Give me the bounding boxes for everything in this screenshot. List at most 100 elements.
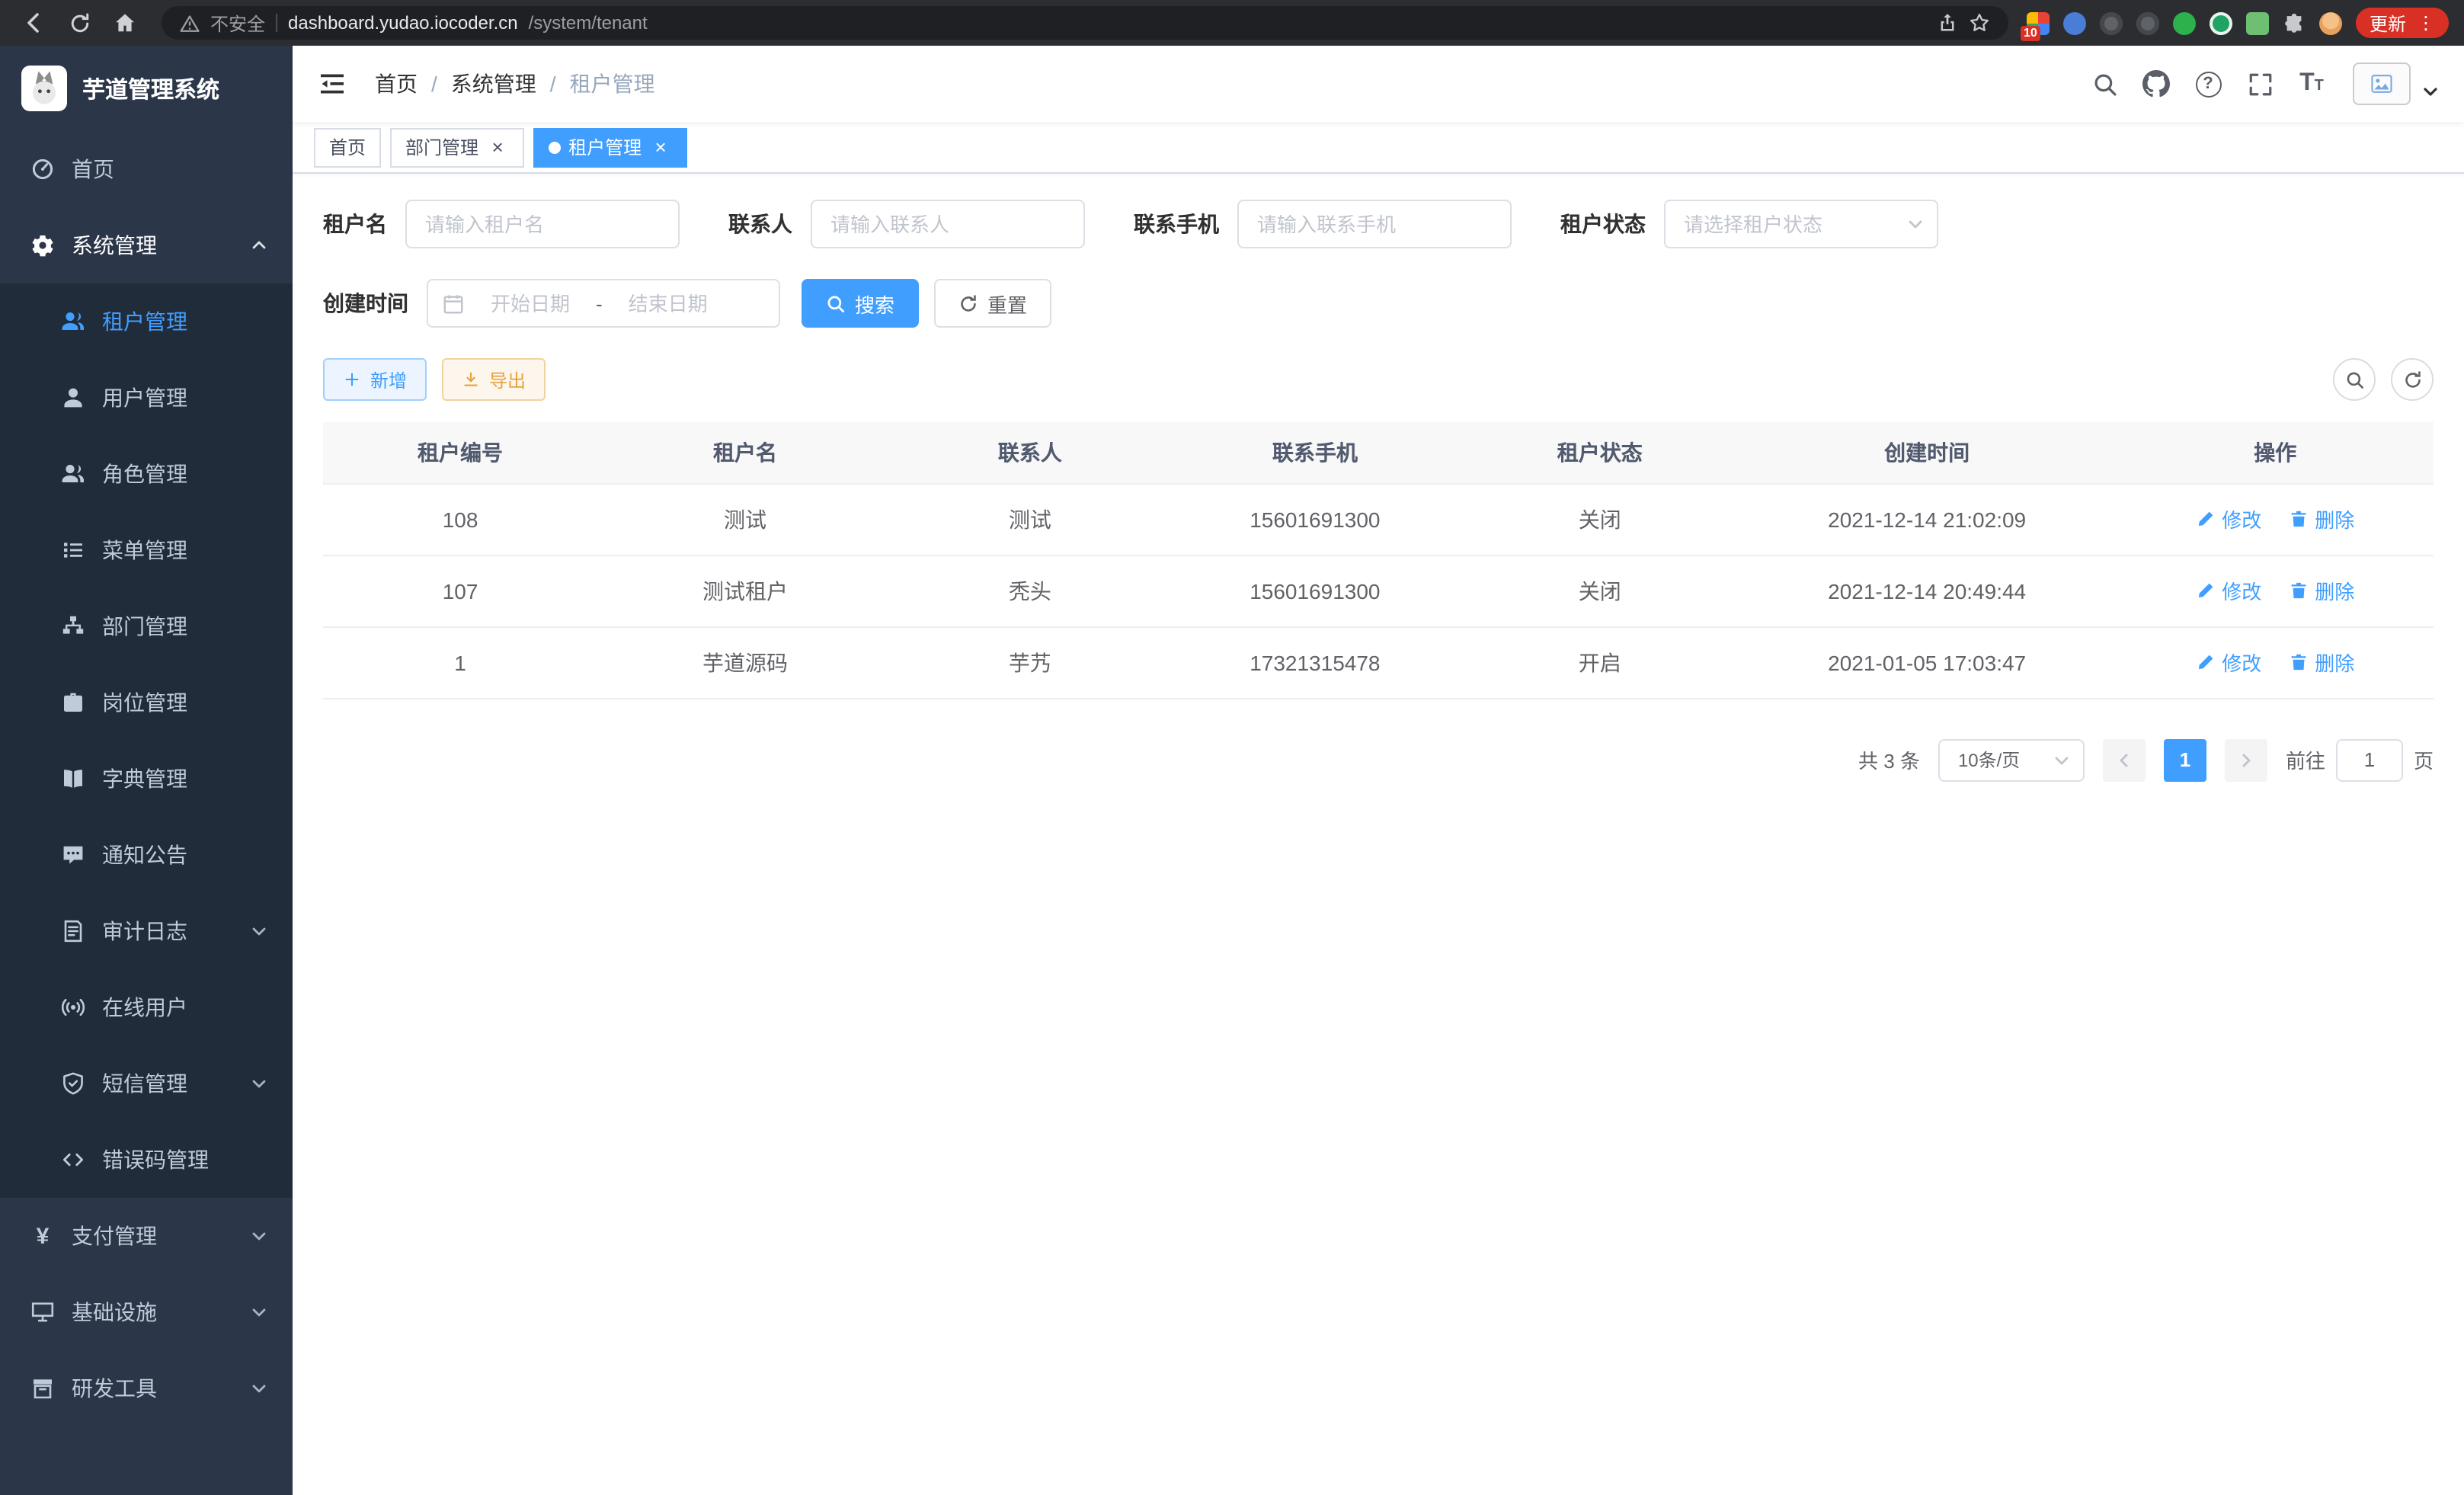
address-bar[interactable]: 不安全 dashboard.yudao.iocoder.cn/system/te…	[162, 6, 2008, 40]
sidebar-item-audit-log[interactable]: 审计日志	[0, 893, 293, 969]
tab-label: 租户管理	[568, 134, 642, 160]
toggle-search-button[interactable]	[2333, 358, 2376, 401]
browser-toolbar-right: 10 更新	[2027, 8, 2449, 38]
sidebar-item-user[interactable]: 用户管理	[0, 360, 293, 436]
sidebar-item-infrastructure[interactable]: 基础设施	[0, 1274, 293, 1350]
close-icon[interactable]: ×	[649, 136, 672, 158]
plus-icon	[343, 370, 361, 389]
next-page-button[interactable]	[2225, 738, 2267, 781]
refresh-table-button[interactable]	[2391, 358, 2434, 401]
page-number-button[interactable]: 1	[2164, 738, 2206, 781]
end-date-input[interactable]	[610, 292, 726, 315]
avatar-caret-icon[interactable]	[2421, 82, 2440, 101]
edit-button[interactable]: 修改	[2196, 504, 2261, 533]
sidebar-item-menu[interactable]: 菜单管理	[0, 512, 293, 588]
table-toolbar: 新增 导出	[323, 358, 2434, 401]
logo-image	[21, 66, 67, 111]
edit-button[interactable]: 修改	[2196, 576, 2261, 605]
header-search-button[interactable]	[2082, 61, 2127, 107]
table-row: 1 芋道源码 芋艿 17321315478 开启 2021-01-05 17:0…	[323, 626, 2434, 698]
sidebar-item-dev-tools[interactable]: 研发工具	[0, 1350, 293, 1426]
prev-page-button[interactable]	[2103, 738, 2146, 781]
extension-green-2[interactable]	[2210, 11, 2232, 34]
cell-name: 测试	[597, 483, 893, 555]
extension-green-square[interactable]	[2246, 11, 2269, 34]
tab-dept[interactable]: 部门管理 ×	[390, 127, 524, 167]
breadcrumb-system[interactable]: 系统管理	[451, 69, 536, 99]
cell-actions: 修改删除	[2117, 626, 2434, 698]
page-size-value[interactable]	[1938, 738, 2085, 781]
sidebar-item-post[interactable]: 岗位管理	[0, 664, 293, 741]
sidebar-item-payment[interactable]: ¥ 支付管理	[0, 1198, 293, 1274]
col-status: 租户状态	[1463, 422, 1737, 483]
browser-back-button[interactable]	[15, 5, 52, 41]
online-users-icon	[61, 995, 85, 1020]
extension-blue[interactable]	[2063, 11, 2086, 34]
tab-home[interactable]: 首页	[314, 127, 381, 167]
table-header-row: 租户编号 租户名 联系人 联系手机 租户状态 创建时间 操作	[323, 422, 2434, 483]
edit-button[interactable]: 修改	[2196, 648, 2261, 677]
share-button[interactable]	[1937, 12, 1958, 34]
sidebar-item-home[interactable]: 首页	[0, 131, 293, 207]
create-time-range[interactable]: -	[427, 279, 780, 328]
sidebar-item-dept[interactable]: 部门管理	[0, 588, 293, 664]
start-date-input[interactable]	[472, 292, 588, 315]
export-button[interactable]: 导出	[442, 358, 546, 401]
sidebar-item-sms[interactable]: 短信管理	[0, 1045, 293, 1122]
search-icon	[2091, 71, 2117, 97]
help-button[interactable]	[2185, 61, 2231, 107]
browser-update-button[interactable]: 更新	[2356, 8, 2449, 38]
extension-dark-2[interactable]	[2136, 11, 2159, 34]
url-domain: dashboard.yudao.iocoder.cn	[288, 12, 518, 34]
phone-input[interactable]	[1237, 200, 1512, 248]
search-button[interactable]: 搜索	[802, 279, 919, 328]
sidebar-item-error-code[interactable]: 错误码管理	[0, 1122, 293, 1198]
page-size-select[interactable]	[1938, 738, 2085, 781]
font-size-button[interactable]	[2289, 61, 2334, 107]
browser-home-button[interactable]	[107, 5, 143, 41]
user-avatar[interactable]	[2353, 62, 2411, 105]
breadcrumb-home[interactable]: 首页	[375, 69, 418, 99]
extensions-menu-button[interactable]	[2283, 11, 2306, 34]
sidebar-item-dict[interactable]: 字典管理	[0, 741, 293, 817]
sidebar-item-online-users[interactable]: 在线用户	[0, 969, 293, 1045]
security-label[interactable]: 不安全	[210, 10, 265, 36]
reset-button[interactable]: 重置	[934, 279, 1051, 328]
browser-menu-icon[interactable]	[2417, 12, 2435, 34]
update-label: 更新	[2370, 10, 2406, 36]
cell-contact: 秃头	[893, 555, 1167, 626]
sidebar-item-label: 菜单管理	[102, 535, 187, 565]
sidebar-item-tenant[interactable]: 租户管理	[0, 283, 293, 360]
delete-button[interactable]: 删除	[2289, 576, 2354, 605]
tab-tenant[interactable]: 租户管理 ×	[533, 127, 687, 167]
post-icon	[61, 690, 85, 715]
goto-page-input[interactable]	[2336, 738, 2403, 781]
browser-refresh-button[interactable]	[61, 5, 98, 41]
bookmark-button[interactable]	[1969, 12, 1990, 34]
browser-profile-avatar[interactable]	[2319, 11, 2342, 34]
sidebar-toggle-button[interactable]	[317, 69, 347, 99]
add-button[interactable]: 新增	[323, 358, 427, 401]
github-link-button[interactable]	[2133, 61, 2179, 107]
sidebar-item-label: 岗位管理	[102, 687, 187, 718]
sidebar-item-role[interactable]: 角色管理	[0, 436, 293, 512]
delete-button[interactable]: 删除	[2289, 504, 2354, 533]
tags-view: 首页 部门管理 × 租户管理 ×	[293, 122, 2464, 174]
sidebar-item-system[interactable]: 系统管理	[0, 207, 293, 283]
status-label: 租户状态	[1560, 209, 1646, 239]
extension-dark-1[interactable]	[2100, 11, 2123, 34]
contact-input[interactable]	[811, 200, 1085, 248]
delete-button[interactable]: 删除	[2289, 648, 2354, 677]
extension-colorgrid[interactable]: 10	[2027, 11, 2050, 34]
org-tree-icon	[61, 614, 85, 639]
fullscreen-button[interactable]	[2237, 61, 2283, 107]
status-select[interactable]	[1664, 200, 1938, 248]
app-logo[interactable]: 芋道管理系统	[0, 46, 293, 131]
url-path: /system/tenant	[529, 12, 648, 34]
cell-phone: 17321315478	[1167, 626, 1463, 698]
sidebar-item-notice[interactable]: 通知公告	[0, 817, 293, 893]
contact-label: 联系人	[728, 209, 792, 239]
close-icon[interactable]: ×	[486, 136, 509, 158]
extension-green-1[interactable]	[2173, 11, 2196, 34]
tenant-name-input[interactable]	[405, 200, 680, 248]
